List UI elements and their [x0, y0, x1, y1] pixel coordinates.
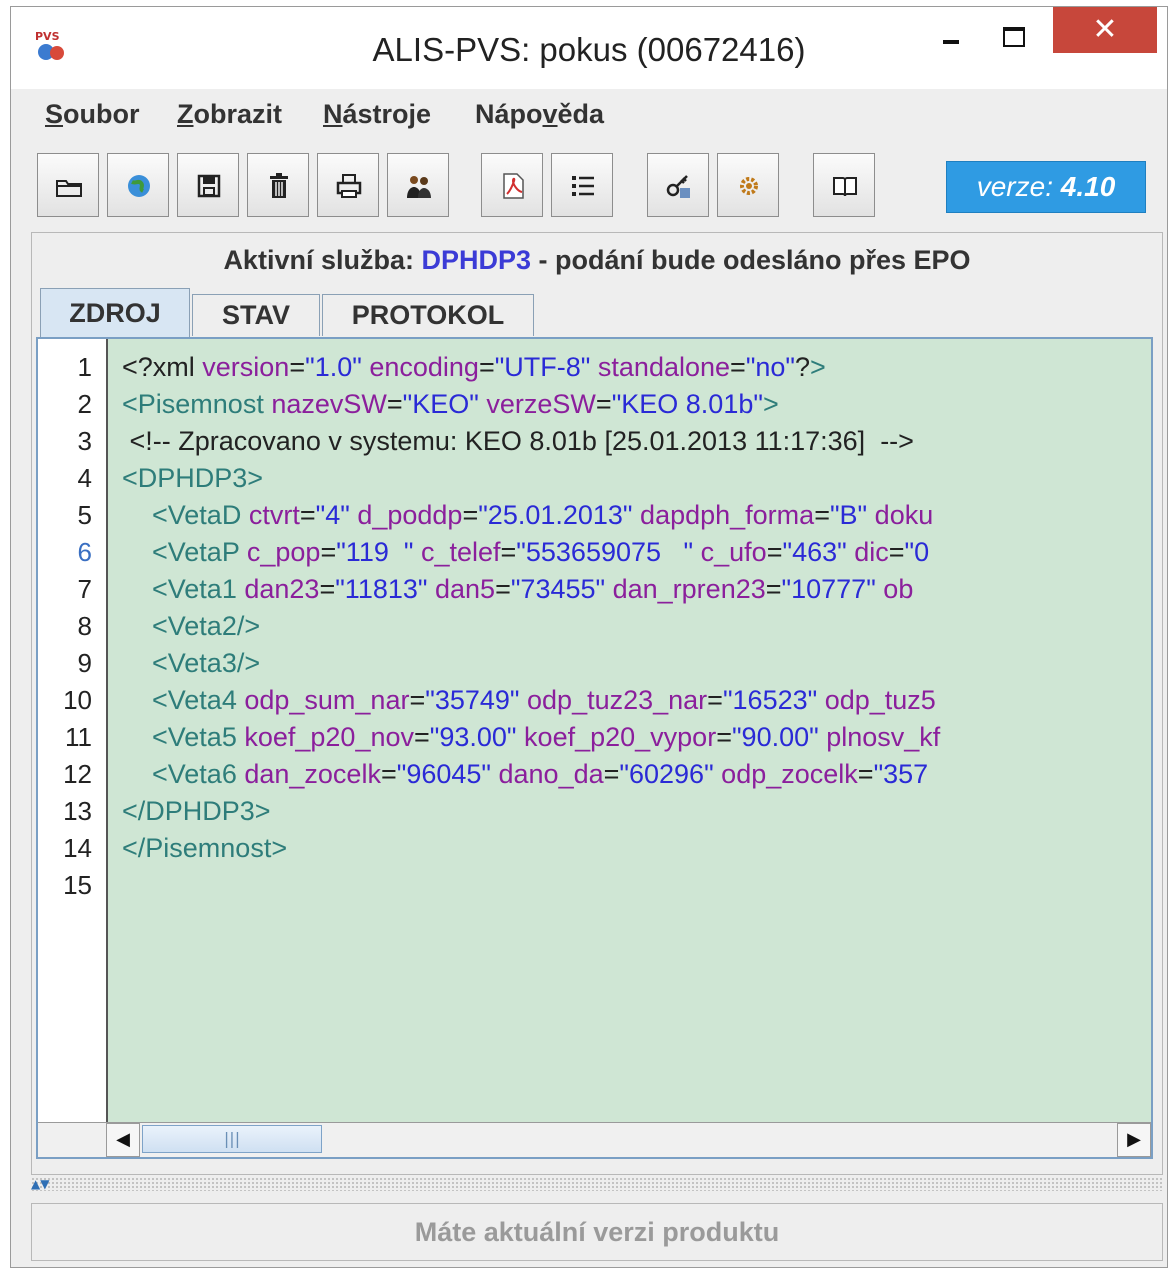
print-icon — [336, 174, 362, 198]
menu-soubor[interactable]: Soubor — [45, 99, 140, 130]
title-bar[interactable]: PVS ALIS-PVS: pokus (00672416) ✕ — [11, 7, 1167, 89]
code-line: <Veta3/> — [122, 648, 261, 678]
main-panel: Aktivní služba: DPHDP3 - podání bude ode… — [31, 232, 1163, 1175]
code-line: <VetaP c_pop="119 " c_telef="553659075 "… — [122, 537, 930, 567]
manual-button[interactable] — [813, 153, 875, 217]
close-button[interactable]: ✕ — [1053, 7, 1157, 53]
pdf-button[interactable] — [481, 153, 543, 217]
line-number: 10 — [63, 685, 92, 715]
manual-book-icon — [833, 177, 857, 197]
scroll-thumb[interactable]: ||| — [142, 1125, 322, 1153]
code-line: <!-- Zpracovano v systemu: KEO 8.01b [25… — [122, 426, 914, 456]
settings-icon — [740, 177, 758, 195]
line-number: 15 — [63, 870, 92, 900]
tab-zdroj[interactable]: ZDROJ — [40, 288, 190, 338]
web-button[interactable] — [107, 153, 169, 217]
horizontal-scrollbar[interactable]: ◀ ||| ▶ — [38, 1122, 1151, 1157]
line-number: 12 — [63, 759, 92, 789]
sign-icon — [666, 175, 690, 198]
open-button[interactable] — [37, 153, 99, 217]
code-line: <?xml version="1.0" encoding="UTF-8" sta… — [122, 352, 826, 382]
line-number: 9 — [77, 648, 92, 678]
active-service-line: Aktivní služba: DPHDP3 - podání bude ode… — [223, 245, 971, 275]
tab-stav[interactable]: STAV — [192, 294, 320, 336]
menu-napoveda[interactable]: Nápověda — [475, 99, 604, 130]
xml-editor[interactable]: 1 2 3 4 5 6 7 8 9 10 11 12 13 14 15 <?xml version="1.0… — [36, 337, 1153, 1159]
save-icon — [197, 174, 221, 198]
line-number: 5 — [77, 500, 92, 530]
version-badge: verze: 4.10 — [946, 161, 1146, 213]
scroll-left-button[interactable]: ◀ — [106, 1123, 140, 1157]
split-arrows-icon[interactable]: ▲▼ — [31, 1177, 49, 1191]
open-folder-icon — [56, 180, 82, 197]
print-button[interactable] — [317, 153, 379, 217]
trash-icon — [270, 173, 288, 198]
line-number: 3 — [77, 426, 92, 456]
save-button[interactable] — [177, 153, 239, 217]
code-line: <DPHDP3> — [122, 463, 264, 493]
globe-icon — [128, 175, 150, 197]
code-line: <Veta6 dan_zocelk="96045" dano_da="60296… — [122, 759, 929, 789]
line-number: 11 — [65, 722, 92, 752]
list-icon — [572, 176, 594, 196]
line-number-gutter: 1 2 3 4 5 6 7 8 9 10 11 12 13 14 15 — [38, 339, 108, 1125]
scroll-right-button[interactable]: ▶ — [1117, 1123, 1151, 1157]
app-window: PVS ALIS-PVS: pokus (00672416) ✕ Soubor … — [10, 6, 1168, 1268]
list-button[interactable] — [551, 153, 613, 217]
close-icon: ✕ — [1092, 12, 1118, 47]
code-area[interactable]: <?xml version="1.0" encoding="UTF-8" sta… — [108, 339, 1151, 1125]
service-code: DPHDP3 — [421, 245, 531, 275]
menu-bar: Soubor Zobrazit Nástroje Nápověda — [11, 91, 1167, 143]
sign-button[interactable] — [647, 153, 709, 217]
maximize-button[interactable] — [981, 7, 1043, 53]
code-line: </DPHDP3> — [122, 796, 271, 826]
status-bar: Máte aktuální verzi produktu — [31, 1203, 1163, 1261]
split-divider[interactable]: ▲▼ — [31, 1177, 1163, 1191]
code-line: <Veta4 odp_sum_nar="35749" odp_tuz23_nar… — [122, 685, 936, 715]
settings-button[interactable] — [717, 153, 779, 217]
line-number: 8 — [77, 611, 92, 641]
line-number: 4 — [77, 463, 92, 493]
code-line: <Pisemnost nazevSW="KEO" verzeSW="KEO 8.… — [122, 389, 779, 419]
tab-protokol[interactable]: PROTOKOL — [322, 294, 534, 336]
menu-nastroje[interactable]: Nástroje — [323, 99, 431, 130]
code-line: </Pisemnost> — [122, 833, 288, 863]
delete-button[interactable] — [247, 153, 309, 217]
pdf-icon — [503, 173, 524, 199]
toolbar: verze: 4.10 — [11, 149, 1167, 225]
menu-zobrazit[interactable]: Zobrazit — [177, 99, 282, 130]
code-line: <Veta5 koef_p20_nov="93.00" koef_p20_vyp… — [122, 722, 941, 752]
users-button[interactable] — [387, 153, 449, 217]
line-number: 1 — [77, 352, 92, 382]
minimize-button[interactable] — [923, 7, 975, 53]
line-number: 7 — [77, 574, 92, 604]
code-line: <Veta2/> — [122, 611, 261, 641]
users-icon — [407, 176, 431, 198]
code-line: <VetaD ctvrt="4" d_poddp="25.01.2013" da… — [122, 500, 934, 530]
line-number: 13 — [63, 796, 92, 826]
line-number: 6 — [77, 537, 92, 567]
line-number: 2 — [77, 389, 92, 419]
code-line: <Veta1 dan23="11813" dan5="73455" dan_rp… — [122, 574, 914, 604]
line-number: 14 — [63, 833, 92, 863]
